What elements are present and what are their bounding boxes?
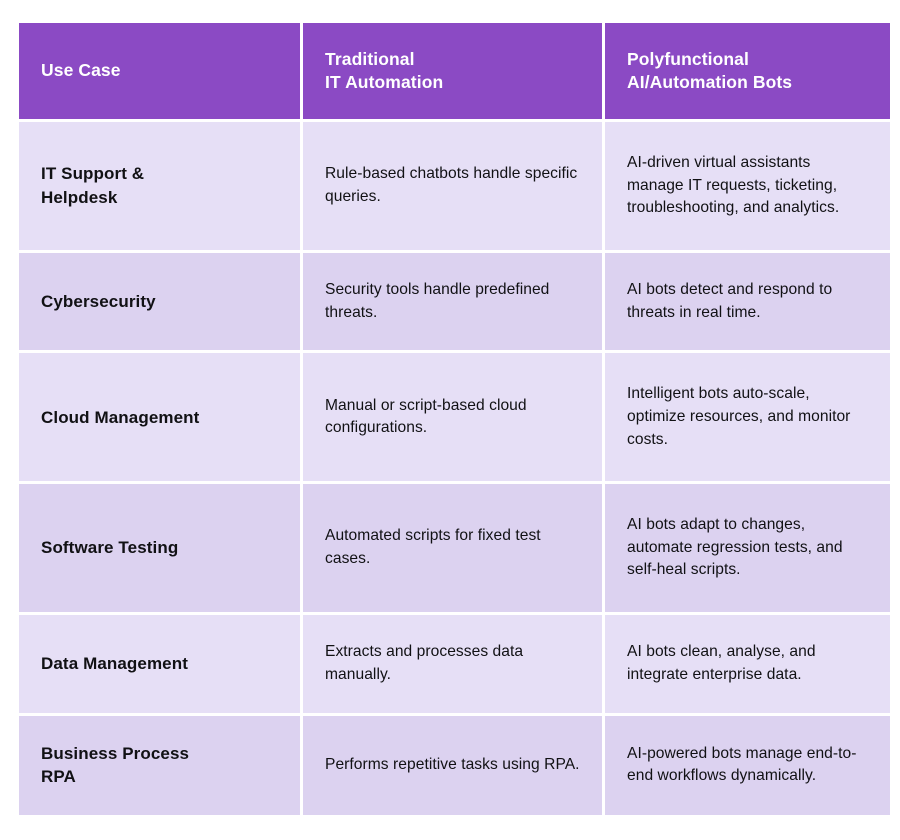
cell-traditional: Performs repetitive tasks using RPA.	[303, 715, 602, 815]
column-header-traditional: Traditional IT Automation	[303, 23, 602, 119]
cell-use-case-line-1: Data Management	[41, 654, 188, 674]
comparison-table: Use Case Traditional IT Automation Polyf…	[16, 20, 893, 818]
cell-use-case: Cloud Management	[19, 353, 300, 482]
cell-traditional: Extracts and processes data manually.	[303, 614, 602, 713]
cell-use-case: Business Process RPA	[19, 715, 300, 815]
cell-traditional: Manual or script-based cloud configurati…	[303, 353, 602, 482]
table-header: Use Case Traditional IT Automation Polyf…	[19, 23, 890, 119]
column-header-use-case: Use Case	[19, 23, 300, 119]
cell-use-case: IT Support & Helpdesk	[19, 122, 300, 250]
cell-use-case: Cybersecurity	[19, 252, 300, 351]
cell-use-case-line-1: Business Process	[41, 743, 190, 763]
cell-use-case-line-1: Software Testing	[41, 538, 179, 558]
table-body: IT Support & Helpdesk Rule-based chatbot…	[19, 122, 890, 815]
column-header-polyfunctional-line-2: AI/Automation Bots	[627, 72, 793, 92]
cell-use-case-line-1: Cloud Management	[41, 407, 200, 427]
cell-traditional: Security tools handle predefined threats…	[303, 252, 602, 351]
header-row: Use Case Traditional IT Automation Polyf…	[19, 23, 890, 119]
cell-polyfunctional: AI-driven virtual assistants manage IT r…	[605, 122, 890, 250]
cell-polyfunctional: AI bots adapt to changes, automate regre…	[605, 484, 890, 612]
cell-use-case: Software Testing	[19, 484, 300, 612]
comparison-table-container: Use Case Traditional IT Automation Polyf…	[16, 20, 890, 818]
cell-use-case-line-2: Helpdesk	[41, 187, 118, 207]
cell-traditional: Rule-based chatbots handle specific quer…	[303, 122, 602, 250]
table-row: Cloud Management Manual or script-based …	[19, 353, 890, 482]
cell-polyfunctional: AI-powered bots manage end-to-end workfl…	[605, 715, 890, 815]
cell-use-case-line-2: RPA	[41, 767, 76, 787]
table-row: IT Support & Helpdesk Rule-based chatbot…	[19, 122, 890, 250]
cell-traditional: Automated scripts for fixed test cases.	[303, 484, 602, 612]
table-row: Cybersecurity Security tools handle pred…	[19, 252, 890, 351]
cell-use-case-line-1: Cybersecurity	[41, 291, 156, 311]
cell-polyfunctional: AI bots clean, analyse, and integrate en…	[605, 614, 890, 713]
column-header-traditional-line-2: IT Automation	[325, 72, 444, 92]
column-header-polyfunctional: Polyfunctional AI/Automation Bots	[605, 23, 890, 119]
cell-polyfunctional: Intelligent bots auto-scale, optimize re…	[605, 353, 890, 482]
column-header-traditional-line-1: Traditional	[325, 48, 415, 69]
column-header-polyfunctional-line-1: Polyfunctional	[627, 48, 749, 69]
column-header-use-case-line-1: Use Case	[41, 60, 121, 81]
table-row: Data Management Extracts and processes d…	[19, 614, 890, 713]
table-row: Software Testing Automated scripts for f…	[19, 484, 890, 612]
cell-use-case: Data Management	[19, 614, 300, 713]
cell-polyfunctional: AI bots detect and respond to threats in…	[605, 252, 890, 351]
cell-use-case-line-1: IT Support &	[41, 164, 145, 184]
table-row: Business Process RPA Performs repetitive…	[19, 715, 890, 815]
